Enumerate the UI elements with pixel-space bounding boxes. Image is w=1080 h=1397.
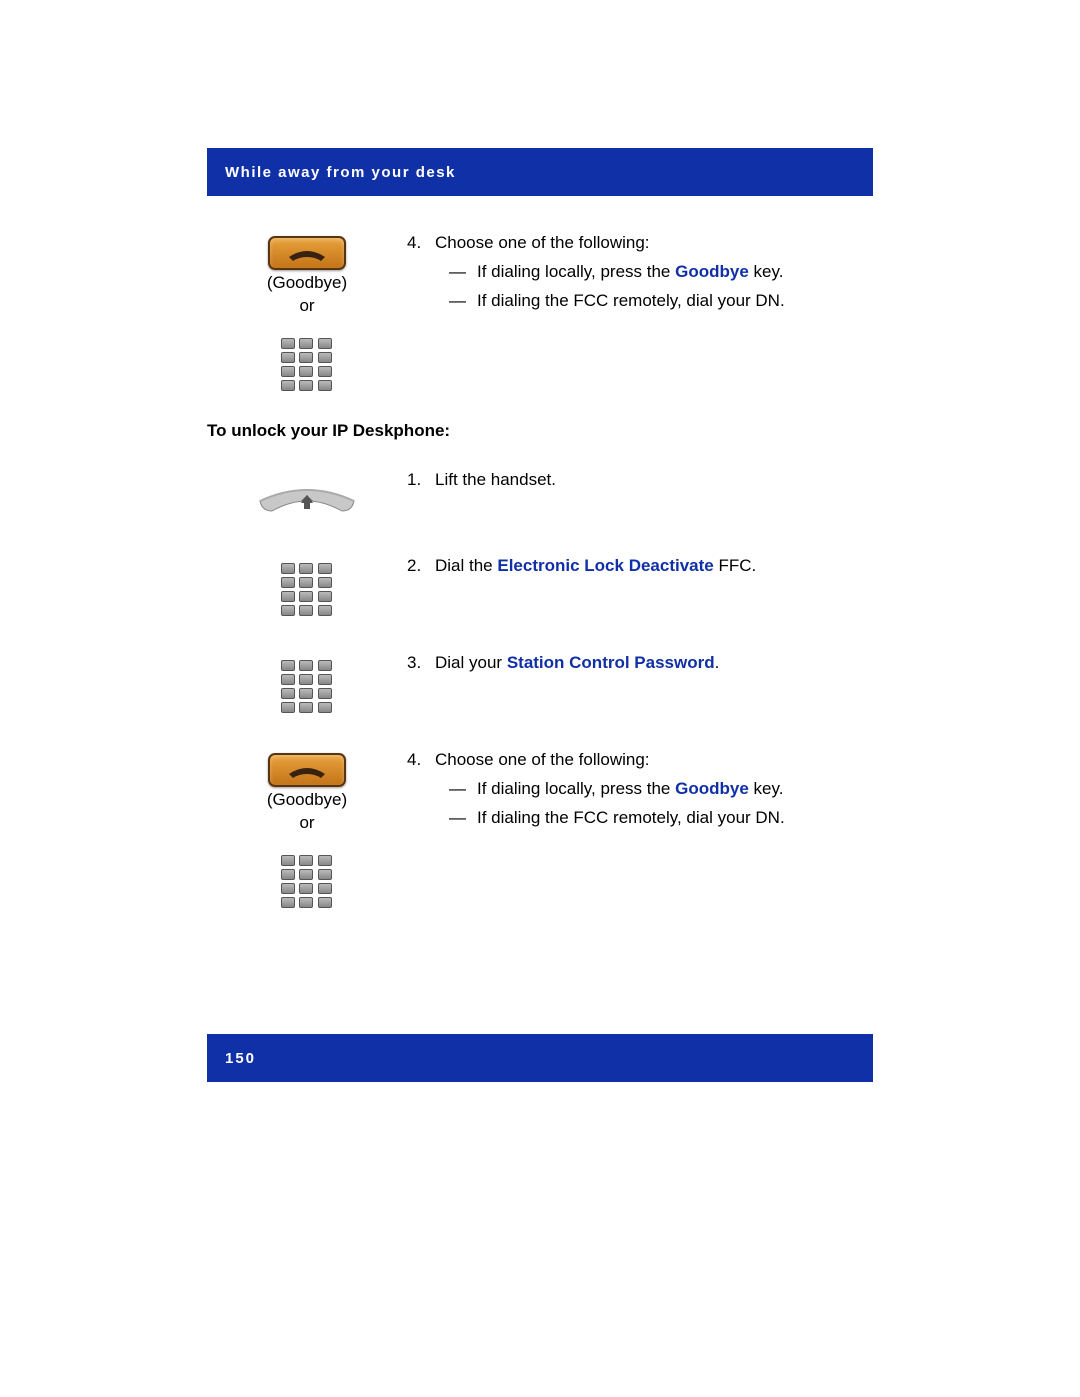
unlock-section-title: To unlock your IP Deskphone: <box>207 421 873 441</box>
keypad-icon <box>281 855 333 908</box>
header-title: While away from your desk <box>225 164 456 181</box>
goodbye-caption: (Goodbye) <box>267 790 347 810</box>
or-label: or <box>299 813 314 833</box>
document-page: While away from your desk (Goodbye) or <box>207 148 873 916</box>
step4-row-b: (Goodbye) or 4. Choose one of the f <box>207 749 873 908</box>
dash: — <box>449 778 477 801</box>
station-password-term: Station Control Password <box>507 653 715 672</box>
goodbye-button-icon <box>268 753 346 787</box>
goodbye-caption: (Goodbye) <box>267 273 347 293</box>
icon-column <box>207 469 407 519</box>
icon-column <box>207 555 407 616</box>
goodbye-button-icon <box>268 236 346 270</box>
step3-row: 3. Dial your Station Control Password. <box>207 652 873 713</box>
step4b-text: 4. Choose one of the following: — If dia… <box>407 749 873 838</box>
goodbye-term: Goodbye <box>675 779 749 798</box>
step1-body: Lift the handset. <box>435 469 873 492</box>
step2-text: 2. Dial the Electronic Lock Deactivate F… <box>407 555 873 586</box>
icon-column: (Goodbye) or <box>207 749 407 908</box>
handset-down-icon <box>285 243 329 263</box>
goodbye-term: Goodbye <box>675 262 749 281</box>
elock-deactivate-term: Electronic Lock Deactivate <box>497 556 713 575</box>
header-bar: While away from your desk <box>207 148 873 196</box>
step4-sub1: If dialing locally, press the Goodbye ke… <box>477 261 873 284</box>
keypad-icon <box>281 338 333 391</box>
dash: — <box>449 807 477 830</box>
icon-column: (Goodbye) or <box>207 232 407 391</box>
handset-down-icon <box>285 760 329 780</box>
step4-row-a: (Goodbye) or 4. Choose one of the f <box>207 232 873 391</box>
step-number: 4. <box>407 232 435 313</box>
step4-text: 4. Choose one of the following: — If dia… <box>407 232 873 321</box>
dash: — <box>449 290 477 313</box>
keypad-icon <box>281 660 333 713</box>
step3-text: 3. Dial your Station Control Password. <box>407 652 873 683</box>
step-number: 4. <box>407 749 435 830</box>
step1-row: 1. Lift the handset. <box>207 469 873 519</box>
lift-handset-icon <box>252 473 362 519</box>
or-label: or <box>299 296 314 316</box>
step3-body: Dial your Station Control Password. <box>435 652 873 675</box>
icon-column <box>207 652 407 713</box>
keypad-icon <box>281 563 333 616</box>
step4b-intro: Choose one of the following: <box>435 749 873 772</box>
content-area: (Goodbye) or 4. Choose one of the f <box>207 196 873 908</box>
step-number: 2. <box>407 555 435 578</box>
step2-row: 2. Dial the Electronic Lock Deactivate F… <box>207 555 873 616</box>
step4-sub2: If dialing the FCC remotely, dial your D… <box>477 290 873 313</box>
step-number: 3. <box>407 652 435 675</box>
step1-text: 1. Lift the handset. <box>407 469 873 500</box>
step2-body: Dial the Electronic Lock Deactivate FFC. <box>435 555 873 578</box>
footer-bar: 150 <box>207 1034 873 1082</box>
step-number: 1. <box>407 469 435 492</box>
page-number: 150 <box>225 1050 256 1067</box>
step4-intro: Choose one of the following: <box>435 232 873 255</box>
dash: — <box>449 261 477 284</box>
step4b-sub1: If dialing locally, press the Goodbye ke… <box>477 778 873 801</box>
step4b-sub2: If dialing the FCC remotely, dial your D… <box>477 807 873 830</box>
